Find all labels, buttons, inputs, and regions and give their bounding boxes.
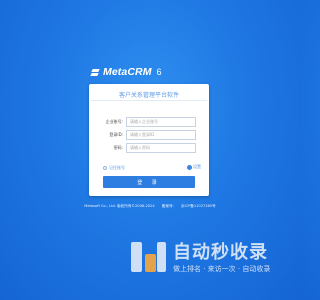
company-account-row: 企业账号: [89,117,209,127]
brand-name: MetaCRM [103,66,152,78]
login-id-row: 登录ID: [89,130,209,140]
radio-circle-icon[interactable] [103,166,107,170]
company-account-label: 企业账号: [105,119,123,124]
login-id-input[interactable] [126,130,196,140]
copyright-text: Metasoft Co., Ltd. 版权所有©2006-2024 [84,204,155,208]
password-row: 密码: [89,143,209,153]
icp-link[interactable]: 京ICP备11027365号 [181,204,216,208]
brand-version: 6 [156,67,162,77]
login-button[interactable]: 登 录 [103,176,195,188]
watermark-subtitle: 做上排名 · 来访一次 · 自动收录 [173,265,271,273]
brand-logo: MetaCRM 6 [91,64,162,80]
footer: Metasoft Co., Ltd. 版权所有©2006-2024 备案号: 京… [0,204,300,209]
record-label: 备案号: [161,204,174,208]
watermark-logo-icon [129,240,169,274]
gear-icon[interactable] [187,164,192,170]
remember-account-label[interactable]: 记住账号 [109,165,125,171]
remember-account-checkbox[interactable]: 记住账号 [103,165,125,171]
watermark: 自动秒收录 做上排名 · 来访一次 · 自动收录 [129,238,279,278]
password-input[interactable] [126,143,196,153]
metacrm-logo-icon [91,68,100,77]
title-divider [91,100,207,101]
company-account-input[interactable] [126,117,196,127]
settings-link[interactable]: 设置 [187,164,201,170]
login-title: 客户关系管理平台软件 [118,92,179,99]
settings-label[interactable]: 设置 [193,164,201,170]
login-id-label: 登录ID: [109,132,123,137]
login-card: 客户关系管理平台软件 企业账号: 登录ID: 密码: 记住账号 设置 登 录 [89,84,209,196]
password-label: 密码: [113,145,123,150]
watermark-title: 自动秒收录 [173,242,268,263]
